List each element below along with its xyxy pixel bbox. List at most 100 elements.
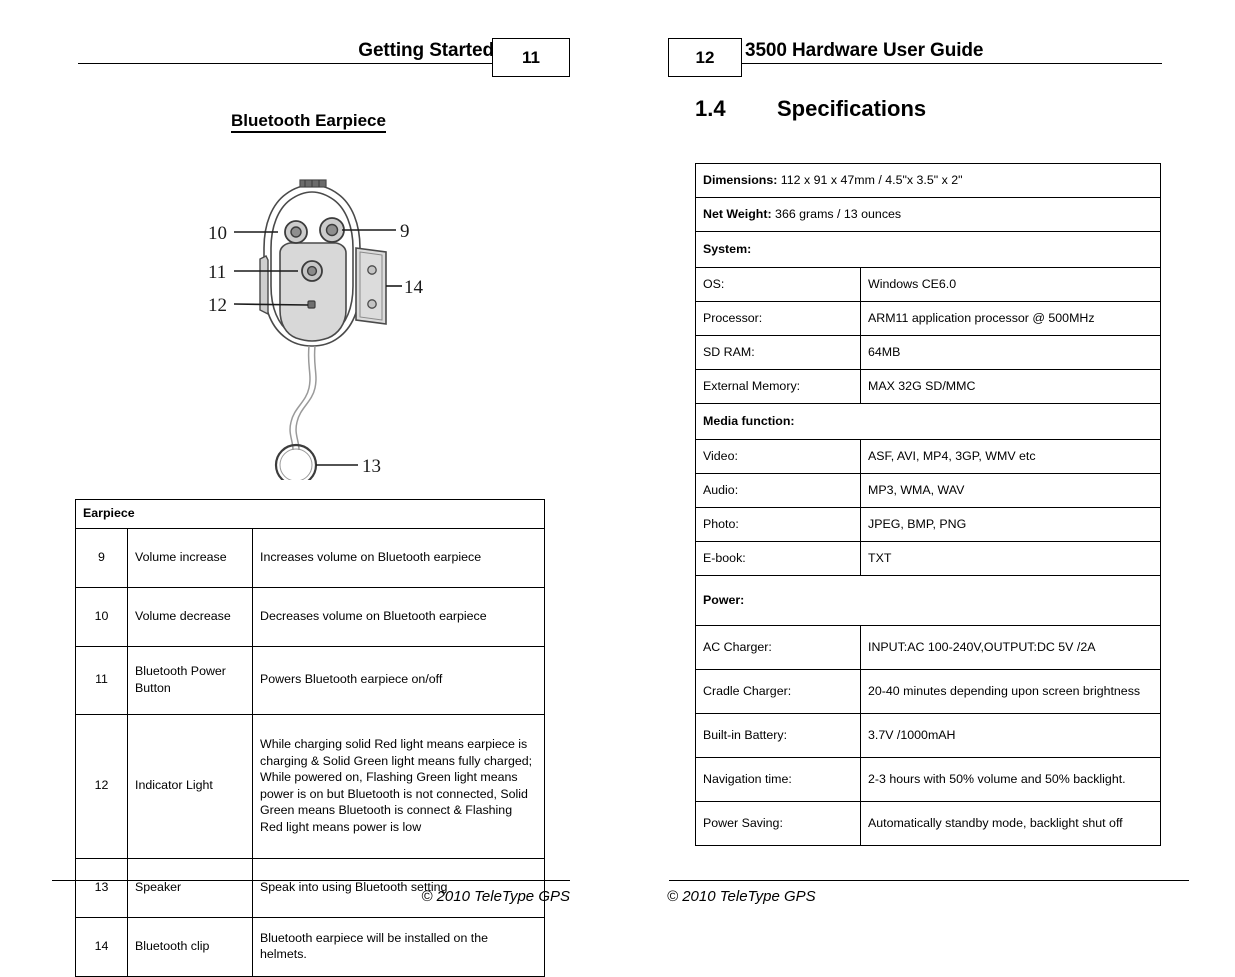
spec-label: Navigation time: (695, 757, 861, 802)
footer-rule (669, 880, 1189, 881)
spec-value: ARM11 application processor @ 500MHz (860, 301, 1161, 336)
spec-value: MP3, WMA, WAV (860, 473, 1161, 508)
right-page-footer: © 2010 TeleType GPS (617, 880, 1235, 940)
cell-num: 11 (75, 645, 128, 715)
table-row: External Memory: MAX 32G SD/MMC (695, 369, 1161, 404)
spec-label: External Memory: (695, 369, 861, 404)
cell-num: 12 (75, 713, 128, 859)
spec-label: AC Charger: (695, 625, 861, 670)
spec-section-label: Power: (695, 575, 1161, 626)
table-row: Net Weight: 366 grams / 13 ounces (695, 197, 1161, 232)
callout-11: 11 (208, 262, 226, 283)
bluetooth-earpiece-diagram: 10 11 12 9 14 13 (190, 160, 440, 487)
table-row: 9 Volume increase Increases volume on Bl… (75, 527, 545, 588)
cell-part: Bluetooth Power Button (127, 645, 253, 715)
cell-part: Volume decrease (127, 586, 253, 647)
page-left: Getting Started 11 Bluetooth Earpiece 10… (0, 0, 617, 977)
specifications-table: Dimensions: 112 x 91 x 47mm / 4.5"x 3.5"… (695, 163, 1161, 846)
left-page-number: 11 (492, 38, 570, 77)
table-row: 11 Bluetooth Power Button Powers Bluetoo… (75, 645, 545, 715)
spec-label: Audio: (695, 473, 861, 508)
spec-value: 3.7V /1000mAH (860, 713, 1161, 758)
table-row: Audio: MP3, WMA, WAV (695, 473, 1161, 508)
table-row: Navigation time: 2-3 hours with 50% volu… (695, 757, 1161, 802)
spec-value: INPUT:AC 100-240V,OUTPUT:DC 5V /2A (860, 625, 1161, 670)
spec-label: Photo: (695, 507, 861, 542)
heading-specifications: 1.4 Specifications (695, 96, 926, 122)
left-footer-copyright: © 2010 TeleType GPS (421, 888, 570, 905)
cell-desc: Increases volume on Bluetooth earpiece (252, 527, 545, 588)
table-section-row: Media function: (695, 403, 1161, 440)
spec-value: 366 grams / 13 ounces (771, 206, 902, 221)
cell-num: 10 (75, 586, 128, 647)
right-footer-copyright: © 2010 TeleType GPS (667, 888, 816, 905)
spec-value: 20-40 minutes depending upon screen brig… (860, 669, 1161, 714)
cell-desc: Powers Bluetooth earpiece on/off (252, 645, 545, 715)
table-row: Built-in Battery: 3.7V /1000mAH (695, 713, 1161, 758)
cell-part: Indicator Light (127, 713, 253, 859)
page-right: 12 3500 Hardware User Guide 1.4 Specifica… (617, 0, 1235, 954)
spec-full-row: Net Weight: 366 grams / 13 ounces (695, 197, 1161, 232)
table-row: OS: Windows CE6.0 (695, 267, 1161, 302)
heading-number: 1.4 (695, 96, 726, 121)
spec-value: 64MB (860, 335, 1161, 370)
left-header-title: Getting Started (358, 40, 494, 61)
table-row: 12 Indicator Light While charging solid … (75, 713, 545, 859)
spec-label: Dimensions: (703, 172, 778, 187)
earpiece-table-caption: Earpiece (75, 499, 545, 529)
table-row: Video: ASF, AVI, MP4, 3GP, WMV etc (695, 439, 1161, 474)
spec-label: Power Saving: (695, 801, 861, 846)
caption-text: Earpiece (83, 506, 135, 520)
callout-9: 9 (400, 221, 410, 242)
table-row: Photo: JPEG, BMP, PNG (695, 507, 1161, 542)
spec-label: E-book: (695, 541, 861, 576)
spec-value: MAX 32G SD/MMC (860, 369, 1161, 404)
spec-label: Video: (695, 439, 861, 474)
callout-14: 14 (404, 277, 424, 298)
table-row: AC Charger: INPUT:AC 100-240V,OUTPUT:DC … (695, 625, 1161, 670)
table-row: Processor: ARM11 application processor @… (695, 301, 1161, 336)
callout-10: 10 (208, 223, 227, 244)
spec-label: Cradle Charger: (695, 669, 861, 714)
spec-value: Automatically standby mode, backlight sh… (860, 801, 1161, 846)
cell-num: 9 (75, 527, 128, 588)
spec-label: OS: (695, 267, 861, 302)
right-page-number: 12 (668, 38, 742, 77)
left-page-footer: © 2010 TeleType GPS (0, 880, 617, 940)
section-title-text: Bluetooth Earpiece (231, 111, 386, 133)
spec-value: TXT (860, 541, 1161, 576)
table-caption-row: Earpiece (75, 499, 545, 529)
callout-12: 12 (208, 295, 227, 316)
spec-section-label: Media function: (695, 403, 1161, 440)
spec-value: 112 x 91 x 47mm / 4.5"x 3.5" x 2" (777, 172, 963, 187)
footer-rule (52, 880, 570, 881)
header-rule (78, 63, 496, 64)
table-row: 10 Volume decrease Decreases volume on B… (75, 586, 545, 647)
table-row: Power Saving: Automatically standby mode… (695, 801, 1161, 846)
spec-value: Windows CE6.0 (860, 267, 1161, 302)
callout-13: 13 (362, 456, 381, 477)
header-rule (742, 63, 1162, 64)
table-section-row: System: (695, 231, 1161, 268)
heading-text: Specifications (777, 96, 927, 121)
table-row: Dimensions: 112 x 91 x 47mm / 4.5"x 3.5"… (695, 163, 1161, 198)
spec-section-label: System: (695, 231, 1161, 268)
cell-desc: Decreases volume on Bluetooth earpiece (252, 586, 545, 647)
section-title-bluetooth-earpiece: Bluetooth Earpiece (0, 111, 617, 133)
cell-desc: While charging solid Red light means ear… (252, 713, 545, 859)
cell-part: Volume increase (127, 527, 253, 588)
left-page-header: Getting Started 11 (0, 0, 617, 77)
spec-label: Net Weight: (703, 206, 772, 221)
right-page-header: 12 3500 Hardware User Guide (617, 0, 1235, 77)
right-header-title: 3500 Hardware User Guide (745, 40, 984, 61)
spec-full-row: Dimensions: 112 x 91 x 47mm / 4.5"x 3.5"… (695, 163, 1161, 198)
table-section-row: Power: (695, 575, 1161, 626)
table-row: E-book: TXT (695, 541, 1161, 576)
spec-value: 2-3 hours with 50% volume and 50% backli… (860, 757, 1161, 802)
table-row: SD RAM: 64MB (695, 335, 1161, 370)
spec-label: Built-in Battery: (695, 713, 861, 758)
spec-label: Processor: (695, 301, 861, 336)
spec-label: SD RAM: (695, 335, 861, 370)
spec-value: JPEG, BMP, PNG (860, 507, 1161, 542)
spec-value: ASF, AVI, MP4, 3GP, WMV etc (860, 439, 1161, 474)
